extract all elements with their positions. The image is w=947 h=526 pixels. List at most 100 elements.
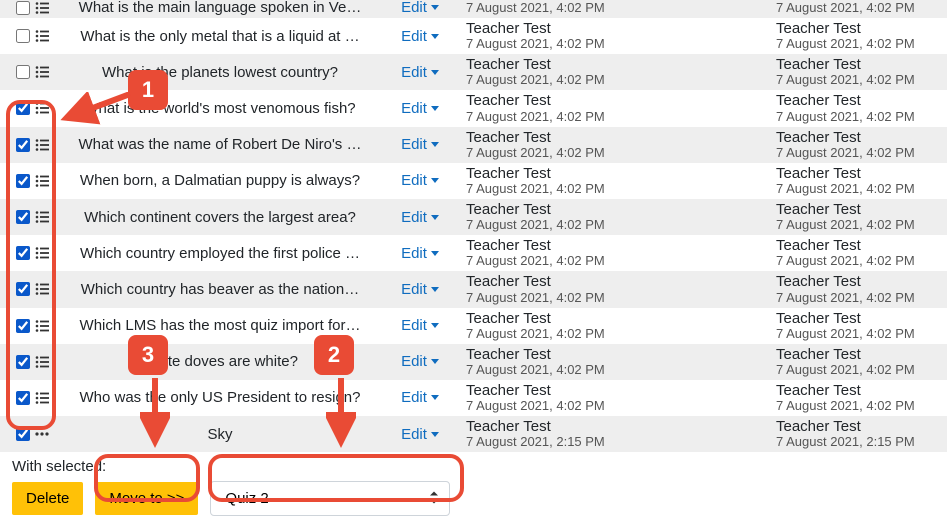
- edit-label: Edit: [401, 28, 427, 45]
- row-select-checkbox[interactable]: [16, 101, 30, 115]
- created-by-cell: Teacher Test7 August 2021, 4:02 PM: [460, 308, 770, 344]
- row-select-checkbox[interactable]: [16, 319, 30, 333]
- question-text[interactable]: Who was the only US President to resign?: [60, 380, 380, 416]
- edit-menu[interactable]: Edit: [401, 353, 439, 370]
- table-row: What is the main language spoken in Ve… E…: [0, 0, 947, 18]
- created-by-cell: Teacher Test7 August 2021, 4:02 PM: [460, 163, 770, 199]
- row-select-cell: [0, 235, 60, 271]
- question-text[interactable]: What was the name of Robert De Niro's …: [60, 127, 380, 163]
- timestamp: 7 August 2021, 4:02 PM: [776, 254, 941, 269]
- edit-menu[interactable]: Edit: [401, 136, 439, 153]
- created-by-cell: Teacher Test7 August 2021, 4:02 PM: [460, 380, 770, 416]
- row-select-cell: [0, 199, 60, 235]
- edit-label: Edit: [401, 426, 427, 443]
- user-name: Teacher Test: [776, 418, 941, 435]
- chevron-down-icon: [431, 5, 439, 10]
- row-select-checkbox[interactable]: [16, 391, 30, 405]
- edit-menu[interactable]: Edit: [401, 64, 439, 81]
- question-text[interactable]: Which continent covers the largest area?: [60, 199, 380, 235]
- row-select-checkbox[interactable]: [16, 138, 30, 152]
- edit-menu[interactable]: Edit: [401, 281, 439, 298]
- user-name: Teacher Test: [466, 201, 764, 218]
- bulk-actions-area: With selected: Delete Move to >> Quiz 2: [0, 452, 947, 526]
- row-select-checkbox[interactable]: [16, 65, 30, 79]
- edit-cell: Edit: [380, 163, 460, 199]
- edit-label: Edit: [401, 281, 427, 298]
- edit-menu[interactable]: Edit: [401, 426, 439, 443]
- edit-cell: Edit: [380, 271, 460, 307]
- edit-menu[interactable]: Edit: [401, 0, 439, 16]
- timestamp: 7 August 2021, 4:02 PM: [776, 110, 941, 125]
- edit-menu[interactable]: Edit: [401, 389, 439, 406]
- row-select-cell: [0, 416, 60, 452]
- question-text[interactable]: What is the world's most venomous fish?: [60, 90, 380, 126]
- user-name: Teacher Test: [776, 346, 941, 363]
- edit-cell: Edit: [380, 308, 460, 344]
- row-select-cell: [0, 163, 60, 199]
- row-select-checkbox[interactable]: [16, 246, 30, 260]
- edit-label: Edit: [401, 389, 427, 406]
- row-select-checkbox[interactable]: [16, 355, 30, 369]
- multichoice-icon: [34, 0, 50, 16]
- user-name: Teacher Test: [466, 418, 764, 435]
- modified-by-cell: Teacher Test7 August 2021, 2:15 PM: [770, 416, 947, 452]
- row-select-checkbox[interactable]: [16, 1, 30, 15]
- row-select-checkbox[interactable]: [16, 29, 30, 43]
- edit-cell: Edit: [380, 54, 460, 90]
- edit-menu[interactable]: Edit: [401, 100, 439, 117]
- edit-label: Edit: [401, 317, 427, 334]
- user-name: Teacher Test: [776, 20, 941, 37]
- chevron-down-icon: [431, 359, 439, 364]
- row-select-checkbox[interactable]: [16, 210, 30, 224]
- created-by-cell: Teacher Test7 August 2021, 4:02 PM: [460, 235, 770, 271]
- question-text[interactable]: White doves are white?: [60, 344, 380, 380]
- move-to-button[interactable]: Move to >>: [95, 482, 198, 515]
- user-name: Teacher Test: [776, 56, 941, 73]
- multichoice-icon: [34, 209, 50, 225]
- edit-menu[interactable]: Edit: [401, 245, 439, 262]
- table-row: What is the only metal that is a liquid …: [0, 18, 947, 54]
- timestamp: 7 August 2021, 4:02 PM: [776, 73, 941, 88]
- user-name: Teacher Test: [776, 129, 941, 146]
- table-row: When born, a Dalmatian puppy is always? E…: [0, 163, 947, 199]
- row-select-cell: [0, 380, 60, 416]
- timestamp: 7 August 2021, 4:02 PM: [776, 1, 941, 16]
- edit-menu[interactable]: Edit: [401, 28, 439, 45]
- question-text[interactable]: What is the only metal that is a liquid …: [60, 18, 380, 54]
- created-by-cell: Teacher Test7 August 2021, 4:02 PM: [460, 127, 770, 163]
- question-text[interactable]: What is the planets lowest country?: [60, 54, 380, 90]
- modified-by-cell: Teacher Test7 August 2021, 4:02 PM: [770, 308, 947, 344]
- multichoice-icon: [34, 100, 50, 116]
- modified-by-cell: Teacher Test7 August 2021, 4:02 PM: [770, 380, 947, 416]
- question-text[interactable]: Which country employed the first police …: [60, 235, 380, 271]
- edit-menu[interactable]: Edit: [401, 209, 439, 226]
- row-select-checkbox[interactable]: [16, 427, 30, 441]
- question-text[interactable]: What is the main language spoken in Ve…: [60, 0, 380, 18]
- edit-label: Edit: [401, 64, 427, 81]
- user-name: Teacher Test: [466, 382, 764, 399]
- row-select-checkbox[interactable]: [16, 282, 30, 296]
- user-name: Teacher Test: [776, 201, 941, 218]
- edit-menu[interactable]: Edit: [401, 317, 439, 334]
- modified-by-cell: Teacher Test7 August 2021, 4:02 PM: [770, 127, 947, 163]
- table-row: Which continent covers the largest area?…: [0, 199, 947, 235]
- multichoice-icon: [34, 281, 50, 297]
- created-by-cell: Teacher Test7 August 2021, 4:02 PM: [460, 199, 770, 235]
- delete-button[interactable]: Delete: [12, 482, 83, 515]
- edit-menu[interactable]: Edit: [401, 172, 439, 189]
- row-select-checkbox[interactable]: [16, 174, 30, 188]
- edit-label: Edit: [401, 245, 427, 262]
- multichoice-icon: [34, 318, 50, 334]
- modified-by-cell: Teacher Test7 August 2021, 4:02 PM: [770, 18, 947, 54]
- question-text[interactable]: Sky: [60, 416, 380, 452]
- question-text[interactable]: When born, a Dalmatian puppy is always?: [60, 163, 380, 199]
- timestamp: 7 August 2021, 4:02 PM: [776, 37, 941, 52]
- created-by-cell: Teacher Test7 August 2021, 4:02 PM: [460, 54, 770, 90]
- timestamp: 7 August 2021, 4:02 PM: [466, 37, 764, 52]
- edit-label: Edit: [401, 209, 427, 226]
- destination-select[interactable]: Quiz 2: [210, 481, 450, 516]
- question-text[interactable]: Which country has beaver as the nation…: [60, 271, 380, 307]
- multichoice-icon: [34, 390, 50, 406]
- question-text[interactable]: Which LMS has the most quiz import for…: [60, 308, 380, 344]
- created-by-cell: Teacher Test7 August 2021, 4:02 PM: [460, 271, 770, 307]
